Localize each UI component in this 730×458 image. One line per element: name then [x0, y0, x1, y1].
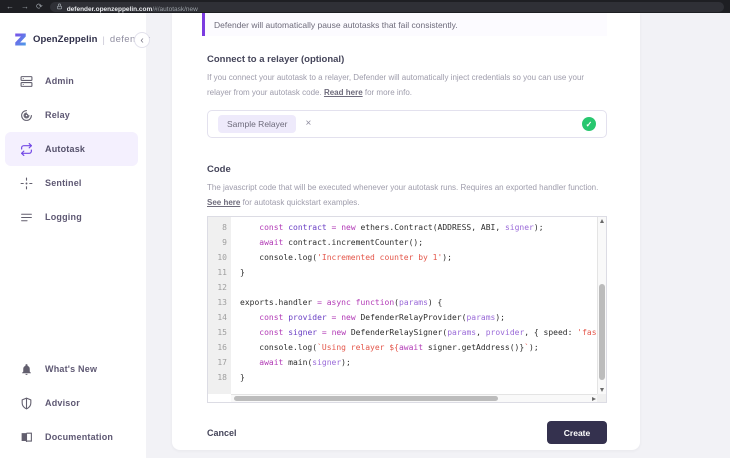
sidebar-item-advisor[interactable]: Advisor [5, 386, 138, 420]
code-line: const provider = new DefenderRelayProvid… [259, 313, 505, 322]
code-section-title: Code [207, 164, 231, 175]
code-line: console.log('Incremented counter by 1'); [240, 253, 452, 262]
shield-icon [20, 397, 33, 410]
autotask-pause-notice: Defender will automatically pause autota… [202, 13, 607, 36]
vertical-scrollbar-thumb[interactable] [599, 284, 605, 380]
browser-forward-icon[interactable]: → [21, 0, 29, 13]
notice-text: Defender will automatically pause autota… [214, 19, 458, 30]
valid-check-icon: ✓ [582, 117, 596, 131]
gutter-line-number: 9 [222, 238, 227, 247]
logo-divider: | [102, 34, 105, 45]
gutter-line-number: 8 [222, 223, 227, 232]
logo-text: OpenZeppelin [33, 34, 98, 45]
sidebar-item-admin[interactable]: Admin [5, 64, 138, 98]
remove-relayer-icon[interactable]: × [305, 119, 311, 129]
code-gutter: 8 9 10 11 12 13 14 15 16 17 18 [208, 217, 231, 394]
relay-icon [20, 109, 33, 122]
sidebar-item-logging[interactable]: Logging [5, 200, 138, 234]
address-bar[interactable]: defender.openzeppelin.com/#/autotask/new [49, 1, 724, 13]
url-domain: defender.openzeppelin.com [66, 5, 153, 13]
sidebar-item-autotask[interactable]: Autotask [5, 132, 138, 166]
admin-icon [20, 75, 33, 88]
screen: ← → ⟳ defender.openzeppelin.com/#/autota… [0, 0, 730, 458]
sentinel-icon [20, 177, 33, 190]
form-footer: Cancel Create [207, 421, 607, 444]
see-here-link[interactable]: See here [207, 198, 240, 207]
horizontal-scrollbar-thumb[interactable] [234, 396, 498, 401]
sidebar-item-documentation[interactable]: Documentation [5, 420, 138, 454]
sidebar-item-label: Autotask [45, 144, 86, 154]
code-lines[interactable]: const contract = new ethers.Contract(ADD… [231, 217, 597, 394]
code-line: const contract = new ethers.Contract(ADD… [259, 223, 544, 232]
relayer-tag: Sample Relayer [218, 115, 297, 133]
logging-icon [20, 211, 33, 224]
book-icon [20, 431, 33, 444]
code-line: await main(signer); [259, 358, 351, 367]
sidebar-item-label: Logging [45, 212, 82, 222]
code-line: console.log(`Using relayer ${await signe… [240, 343, 539, 352]
sidebar-nav: Admin Relay Autotask Sentinel Logging [0, 64, 146, 234]
sidebar-item-label: Admin [45, 76, 74, 86]
scrollbar-corner [597, 394, 606, 402]
relayer-section-title: Connect to a relayer (optional) [207, 54, 345, 65]
gutter-line-number: 11 [217, 268, 227, 277]
scroll-down-icon[interactable] [600, 388, 604, 392]
desc-text: for autotask quickstart examples. [240, 198, 360, 207]
sidebar-footer-nav: What's New Advisor Documentation [0, 352, 146, 454]
desc-text: The javascript code that will be execute… [207, 183, 599, 192]
sidebar-item-relay[interactable]: Relay [5, 98, 138, 132]
gutter-line-number: 14 [217, 313, 227, 322]
code-line: const signer = new DefenderRelaySigner(p… [259, 328, 597, 337]
sidebar-item-sentinel[interactable]: Sentinel [5, 166, 138, 200]
code-editor: 8 9 10 11 12 13 14 15 16 17 18 const contract = ne… [207, 216, 607, 403]
lock-icon [56, 3, 62, 10]
code-line: exports.handler = async function(params)… [240, 298, 443, 307]
code-section-description: The javascript code that will be execute… [207, 180, 607, 210]
sidebar-item-label: Relay [45, 110, 71, 120]
sidebar-item-label: Documentation [45, 432, 114, 442]
app-logo: OpenZeppelin | defender [13, 32, 151, 47]
sidebar-item-whats-new[interactable]: What's New [5, 352, 138, 386]
relayer-section-description: If you connect your autotask to a relaye… [207, 70, 607, 100]
browser-reload-icon[interactable]: ⟳ [36, 0, 43, 13]
autotask-icon [20, 142, 33, 156]
gutter-line-number: 15 [217, 328, 227, 337]
browser-back-icon[interactable]: ← [6, 0, 14, 13]
browser-chrome: ← → ⟳ defender.openzeppelin.com/#/autota… [0, 0, 730, 13]
url-path: /#/autotask/new [152, 5, 198, 13]
gutter-line-number: 12 [217, 283, 227, 292]
scroll-right-icon[interactable] [592, 396, 596, 401]
gutter-line-number: 18 [217, 373, 227, 382]
sidebar: OpenZeppelin | defender Admin Relay Auto… [0, 13, 150, 458]
content-card: Defender will automatically pause autota… [172, 13, 640, 450]
read-here-link[interactable]: Read here [324, 88, 363, 97]
sidebar-item-label: What's New [45, 364, 98, 374]
code-line: } [240, 373, 245, 382]
code-line: } [240, 268, 245, 277]
code-line: await contract.incrementCounter(); [259, 238, 424, 247]
relayer-select[interactable]: Sample Relayer × ✓ [207, 110, 607, 138]
cancel-button[interactable]: Cancel [207, 428, 237, 438]
editor-vertical-scrollbar[interactable] [597, 217, 606, 394]
gutter-line-number: 17 [217, 358, 227, 367]
scroll-up-icon[interactable] [600, 219, 604, 223]
sidebar-item-label: Advisor [45, 398, 80, 408]
gutter-line-number: 10 [217, 253, 227, 262]
sidebar-collapse-button[interactable]: ‹ [134, 32, 150, 48]
openzeppelin-logo-icon [15, 33, 26, 46]
gutter-line-number: 13 [217, 298, 227, 307]
sidebar-item-label: Sentinel [45, 178, 82, 188]
bell-icon [20, 363, 33, 376]
desc-text: for more info. [362, 88, 412, 97]
gutter-line-number: 16 [217, 343, 227, 352]
editor-horizontal-scrollbar[interactable] [231, 394, 597, 402]
create-button[interactable]: Create [547, 421, 607, 444]
